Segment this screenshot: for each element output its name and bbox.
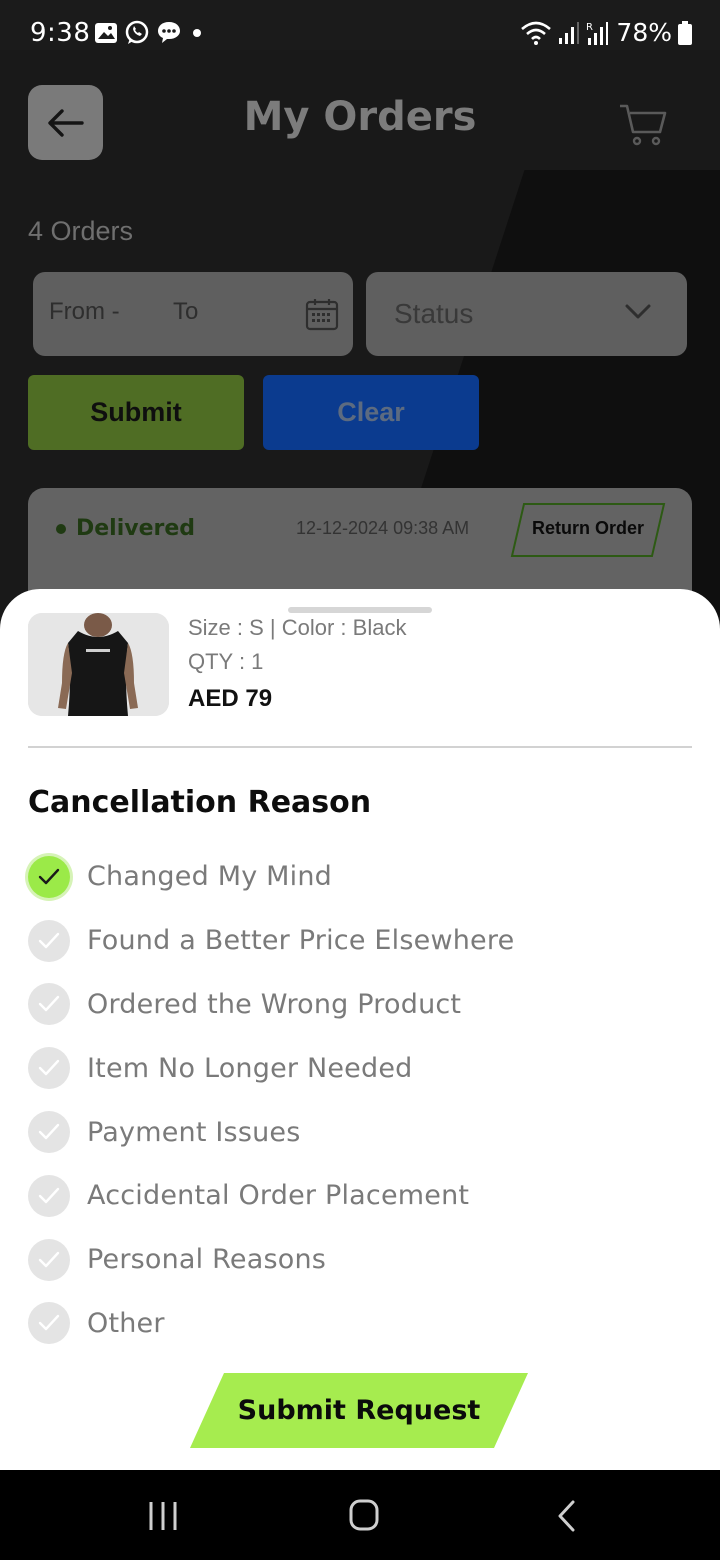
checkmark-icon[interactable] (28, 1238, 70, 1281)
submit-request-label: Submit Request (237, 1395, 481, 1426)
submit-request-button[interactable]: Submit Request (190, 1373, 528, 1448)
recent-apps-icon[interactable] (148, 1500, 178, 1532)
home-icon[interactable] (349, 1499, 379, 1531)
reason-label: Other (87, 1307, 165, 1339)
page-title: My Orders (243, 94, 477, 140)
reason-option[interactable]: Item No Longer Needed (28, 1036, 692, 1100)
reason-label: Ordered the Wrong Product (87, 988, 462, 1020)
status-time: 9:38 (30, 18, 91, 48)
reason-label: Changed My Mind (87, 861, 332, 893)
reason-label: Payment Issues (87, 1116, 301, 1148)
gallery-icon (95, 23, 117, 43)
cart-icon (620, 104, 667, 146)
reason-label: Personal Reasons (87, 1244, 327, 1276)
order-status-label: Delivered (76, 516, 196, 541)
product-size-color: Size : S | Color : Black (188, 615, 407, 640)
status-dropdown[interactable]: Status (366, 272, 687, 356)
system-icons: R 78% (520, 18, 692, 47)
cancellation-sheet: Size : S | Color : Black QTY : 1 AED 79 … (0, 589, 720, 1470)
product-image (28, 613, 169, 716)
order-date: 12-12-2024 09:38 AM (296, 518, 470, 538)
checkmark-icon[interactable] (28, 1174, 70, 1217)
reason-option[interactable]: Ordered the Wrong Product (28, 973, 692, 1037)
order-status: Delivered (56, 516, 195, 541)
product-qty: QTY : 1 (188, 649, 264, 674)
reason-option[interactable]: Other (28, 1292, 692, 1356)
navigation-bar (0, 1470, 720, 1560)
reason-label: Item No Longer Needed (87, 1052, 413, 1084)
tank-top-image (28, 613, 169, 716)
reason-label: Found a Better Price Elsewhere (87, 925, 515, 957)
wifi-icon (521, 21, 552, 45)
dot-icon (193, 29, 201, 37)
notification-icons (94, 20, 206, 46)
reason-option[interactable]: Payment Issues (28, 1100, 692, 1164)
product-info: Size : S | Color : Black QTY : 1 AED 79 (188, 615, 406, 713)
reason-option[interactable]: Accidental Order Placement (28, 1164, 692, 1228)
order-count: 4 Orders (28, 216, 134, 246)
reason-option[interactable]: Changed My Mind (28, 845, 692, 909)
back-nav-icon[interactable] (556, 1500, 576, 1532)
submit-filter-button[interactable]: Submit (28, 375, 244, 450)
status-placeholder: Status (394, 298, 474, 329)
reason-list: Changed My Mind Found a Better Price Els… (28, 845, 692, 1355)
signal-roaming-icon: R (586, 21, 609, 45)
message-icon (158, 22, 180, 43)
checkmark-icon[interactable] (28, 1111, 70, 1154)
battery-icon (678, 20, 692, 45)
to-label: To (173, 298, 199, 325)
checkmark-icon[interactable] (28, 855, 70, 898)
reason-option[interactable]: Found a Better Price Elsewhere (28, 909, 692, 973)
clear-filter-button[interactable]: Clear (263, 375, 479, 450)
chevron-down-icon (625, 304, 651, 319)
checkmark-icon[interactable] (28, 1047, 70, 1090)
whatsapp-icon (125, 20, 149, 44)
battery-percent: 78% (616, 18, 672, 47)
cart-button[interactable] (618, 102, 668, 152)
status-dot (56, 523, 66, 534)
checkmark-icon[interactable] (28, 983, 70, 1026)
calendar-icon (305, 299, 339, 331)
divider (28, 746, 692, 748)
checkmark-icon[interactable] (28, 919, 70, 962)
date-range-field[interactable]: From - To (33, 272, 353, 356)
checkmark-icon[interactable] (28, 1302, 70, 1345)
from-label: From - (49, 298, 120, 325)
reason-option[interactable]: Personal Reasons (28, 1228, 692, 1292)
svg-text:R: R (586, 22, 593, 33)
signal-icon (559, 21, 580, 44)
sheet-drag-handle[interactable] (288, 607, 432, 613)
product-price: AED 79 (188, 685, 273, 712)
reason-label: Accidental Order Placement (87, 1180, 470, 1212)
return-order-label: Return Order (531, 518, 645, 538)
return-order-button[interactable]: Return Order (510, 502, 666, 558)
section-title: Cancellation Reason (28, 785, 372, 820)
